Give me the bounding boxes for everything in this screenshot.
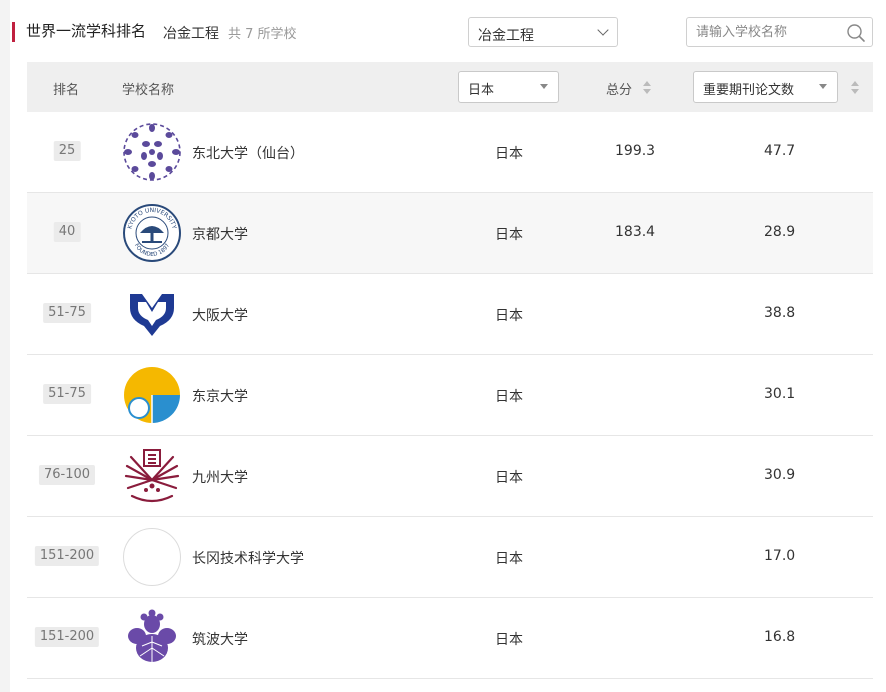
table-row[interactable]: 76-100 九州大学 日本 30.9 <box>27 436 873 517</box>
page-title: 世界一流学科排名 <box>26 22 147 40</box>
paper-count: 30.9 <box>764 467 796 483</box>
school-search-input[interactable] <box>696 23 836 41</box>
paper-count: 28.9 <box>764 224 796 240</box>
tokyo-logo <box>124 367 180 423</box>
table-row[interactable]: 40 KYOTO UNIVERSITY FOUNDED 1897 京都大学 日本… <box>27 193 873 274</box>
school-name[interactable]: 东北大学（仙台） <box>192 143 304 163</box>
osaka-logo <box>130 294 174 336</box>
country: 日本 <box>495 308 523 324</box>
rank-badge: 40 <box>53 222 81 242</box>
search-icon[interactable] <box>846 23 866 43</box>
paper-count: 38.8 <box>764 305 796 321</box>
sort-total-icon[interactable] <box>643 81 651 95</box>
rank-badge: 151-200 <box>34 627 100 647</box>
caret-down-icon <box>819 84 827 89</box>
country-filter-dropdown[interactable]: 日本 <box>458 71 559 103</box>
nagaoka-logo <box>123 528 181 586</box>
country: 日本 <box>495 389 523 405</box>
subject-dropdown-value: 冶金工程 <box>478 28 534 44</box>
table-row[interactable]: 25 东北大学（仙台） 日本 199.3 47.7 <box>27 112 873 193</box>
rank-column-header: 排名 <box>53 83 80 98</box>
rank-badge: 51-75 <box>43 384 91 404</box>
rank-badge: 51-75 <box>43 303 91 323</box>
ranking-table: 排名 学校名称 日本 总分 重要期刊论文数 25 东北大学（仙台） 日本 199… <box>27 62 873 679</box>
country: 日本 <box>495 146 523 162</box>
rank-badge: 151-200 <box>34 546 100 566</box>
table-row[interactable]: 51-75 大阪大学 日本 38.8 <box>27 274 873 355</box>
country: 日本 <box>495 551 523 567</box>
table-row[interactable]: 151-200 长冈技术科学大学 日本 17.0 <box>27 517 873 598</box>
indicator-dropdown[interactable]: 重要期刊论文数 <box>693 71 838 103</box>
school-name[interactable]: 长冈技术科学大学 <box>192 548 304 568</box>
total-score: 183.4 <box>615 224 656 240</box>
table-row[interactable]: 51-75 东京大学 日本 30.1 <box>27 355 873 436</box>
tohoku-logo <box>123 123 181 181</box>
school-name[interactable]: 东京大学 <box>192 386 248 406</box>
rank-badge: 25 <box>53 141 81 161</box>
school-name[interactable]: 九州大学 <box>192 467 248 487</box>
school-name[interactable]: 筑波大学 <box>192 629 248 649</box>
school-count: 共 7 所学校 <box>228 27 297 42</box>
country: 日本 <box>495 632 523 648</box>
school-search[interactable] <box>686 17 873 47</box>
title-accent-bar <box>12 22 15 42</box>
top-bar: 世界一流学科排名 冶金工程 共 7 所学校 冶金工程 <box>10 0 886 62</box>
subject-name: 冶金工程 <box>163 26 219 42</box>
kyushu-logo <box>124 449 180 503</box>
kyoto-logo: KYOTO UNIVERSITY FOUNDED 1897 <box>123 204 181 262</box>
country-filter-value: 日本 <box>468 83 495 98</box>
total-score: 199.3 <box>615 143 656 159</box>
ranking-panel: 世界一流学科排名 冶金工程 共 7 所学校 冶金工程 排名 学校名称 日本 总分 <box>10 0 886 692</box>
paper-count: 16.8 <box>764 629 796 645</box>
school-column-header: 学校名称 <box>122 83 175 98</box>
sort-indicator-icon[interactable] <box>851 81 859 95</box>
country: 日本 <box>495 470 523 486</box>
tsukuba-logo <box>128 609 176 662</box>
chevron-down-icon <box>597 24 609 36</box>
caret-down-icon <box>540 84 548 89</box>
table-header: 排名 学校名称 日本 总分 重要期刊论文数 <box>27 62 873 112</box>
paper-count: 17.0 <box>764 548 796 564</box>
school-name[interactable]: 大阪大学 <box>192 305 248 325</box>
subject-dropdown[interactable]: 冶金工程 <box>468 17 618 47</box>
rank-badge: 76-100 <box>38 465 96 485</box>
total-score-header[interactable]: 总分 <box>606 79 632 98</box>
indicator-dropdown-value: 重要期刊论文数 <box>703 83 795 98</box>
paper-count: 47.7 <box>764 143 796 159</box>
country: 日本 <box>495 227 523 243</box>
table-row[interactable]: 151-200 筑波大学 日本 16.8 <box>27 598 873 679</box>
school-name[interactable]: 京都大学 <box>192 224 248 244</box>
paper-count: 30.1 <box>764 386 796 402</box>
